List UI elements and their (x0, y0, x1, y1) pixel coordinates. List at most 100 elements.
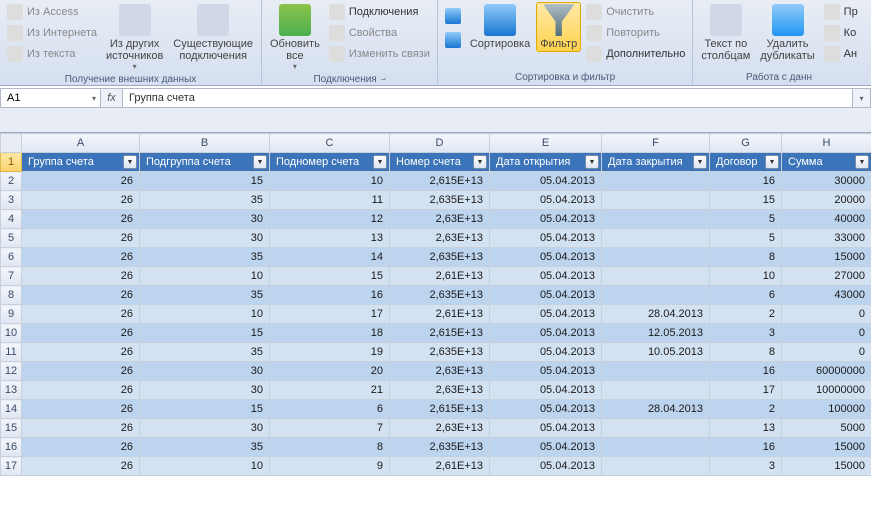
table-cell[interactable]: 0 (782, 305, 871, 324)
table-column-header[interactable]: Дата открытия▼ (490, 153, 602, 172)
filter-dropdown-icon[interactable]: ▼ (373, 155, 387, 169)
table-cell[interactable]: 26 (22, 172, 140, 191)
table-cell[interactable]: 2,635E+13 (390, 191, 490, 210)
table-cell[interactable]: 05.04.2013 (490, 229, 602, 248)
table-cell[interactable]: 35 (140, 343, 270, 362)
table-cell[interactable]: 10 (140, 305, 270, 324)
table-cell[interactable]: 2,63E+13 (390, 419, 490, 438)
table-cell[interactable]: 10 (140, 457, 270, 476)
table-cell[interactable]: 2,61E+13 (390, 457, 490, 476)
table-cell[interactable]: 15 (270, 267, 390, 286)
table-cell[interactable]: 26 (22, 191, 140, 210)
connections-button[interactable]: Подключения (326, 2, 433, 22)
table-cell[interactable] (602, 191, 710, 210)
row-header[interactable]: 1 (1, 153, 22, 172)
table-cell[interactable]: 8 (710, 248, 782, 267)
table-cell[interactable]: 5 (710, 210, 782, 229)
row-header[interactable]: 13 (1, 381, 22, 400)
table-cell[interactable]: 43000 (782, 286, 871, 305)
existing-connections-button[interactable]: Существующиеподключения (169, 2, 257, 64)
column-header[interactable]: B (140, 134, 270, 153)
table-cell[interactable]: 15 (140, 324, 270, 343)
advanced-filter-button[interactable]: Дополнительно (583, 44, 688, 64)
table-cell[interactable]: 28.04.2013 (602, 305, 710, 324)
table-cell[interactable]: 100000 (782, 400, 871, 419)
table-cell[interactable]: 05.04.2013 (490, 172, 602, 191)
table-cell[interactable]: 35 (140, 191, 270, 210)
column-header[interactable]: A (22, 134, 140, 153)
filter-dropdown-icon[interactable]: ▼ (693, 155, 707, 169)
row-header[interactable]: 10 (1, 324, 22, 343)
table-cell[interactable]: 2,63E+13 (390, 229, 490, 248)
table-cell[interactable]: 05.04.2013 (490, 457, 602, 476)
fx-button[interactable]: fx (101, 89, 123, 107)
row-header[interactable]: 16 (1, 438, 22, 457)
from-access-button[interactable]: Из Access (4, 2, 100, 22)
table-column-header[interactable]: Подгруппа счета▼ (140, 153, 270, 172)
table-cell[interactable]: 17 (710, 381, 782, 400)
table-cell[interactable]: 8 (270, 438, 390, 457)
table-cell[interactable]: 17 (270, 305, 390, 324)
filter-dropdown-icon[interactable]: ▼ (585, 155, 599, 169)
table-cell[interactable]: 26 (22, 419, 140, 438)
table-cell[interactable]: 30 (140, 229, 270, 248)
table-cell[interactable]: 2,635E+13 (390, 438, 490, 457)
table-cell[interactable]: 0 (782, 343, 871, 362)
spreadsheet-grid[interactable]: ABCDEFGH1Группа счета▼Подгруппа счета▼По… (0, 133, 871, 476)
table-cell[interactable]: 7 (270, 419, 390, 438)
table-cell[interactable]: 2 (710, 305, 782, 324)
table-cell[interactable]: 26 (22, 457, 140, 476)
table-cell[interactable] (602, 362, 710, 381)
table-cell[interactable]: 9 (270, 457, 390, 476)
table-cell[interactable]: 2,615E+13 (390, 172, 490, 191)
edit-links-button[interactable]: Изменить связи (326, 44, 433, 64)
table-cell[interactable]: 27000 (782, 267, 871, 286)
table-cell[interactable]: 10.05.2013 (602, 343, 710, 362)
table-cell[interactable]: 05.04.2013 (490, 362, 602, 381)
table-cell[interactable]: 10 (140, 267, 270, 286)
table-cell[interactable]: 13 (270, 229, 390, 248)
table-cell[interactable]: 18 (270, 324, 390, 343)
table-cell[interactable]: 30000 (782, 172, 871, 191)
table-cell[interactable]: 26 (22, 248, 140, 267)
table-cell[interactable]: 19 (270, 343, 390, 362)
row-header[interactable]: 2 (1, 172, 22, 191)
table-cell[interactable]: 10 (710, 267, 782, 286)
table-cell[interactable]: 05.04.2013 (490, 419, 602, 438)
clear-filter-button[interactable]: Очистить (583, 2, 688, 22)
table-cell[interactable]: 26 (22, 229, 140, 248)
table-column-header[interactable]: Группа счета▼ (22, 153, 140, 172)
table-cell[interactable]: 2,63E+13 (390, 362, 490, 381)
table-cell[interactable]: 12 (270, 210, 390, 229)
filter-dropdown-icon[interactable]: ▼ (765, 155, 779, 169)
column-header[interactable]: E (490, 134, 602, 153)
table-cell[interactable]: 3 (710, 324, 782, 343)
table-cell[interactable]: 12.05.2013 (602, 324, 710, 343)
table-cell[interactable]: 15 (140, 400, 270, 419)
table-cell[interactable] (602, 172, 710, 191)
table-cell[interactable]: 28.04.2013 (602, 400, 710, 419)
row-header[interactable]: 8 (1, 286, 22, 305)
data-validation-button[interactable]: Пр (821, 2, 861, 22)
table-cell[interactable]: 26 (22, 305, 140, 324)
table-cell[interactable]: 2,61E+13 (390, 305, 490, 324)
table-cell[interactable]: 30 (140, 419, 270, 438)
table-column-header[interactable]: Сумма▼ (782, 153, 871, 172)
consolidate-button[interactable]: Ко (821, 23, 861, 43)
table-cell[interactable]: 3 (710, 457, 782, 476)
table-cell[interactable]: 33000 (782, 229, 871, 248)
table-cell[interactable]: 11 (270, 191, 390, 210)
table-column-header[interactable]: Договор▼ (710, 153, 782, 172)
column-header[interactable]: D (390, 134, 490, 153)
table-cell[interactable] (602, 267, 710, 286)
table-cell[interactable] (602, 248, 710, 267)
column-header[interactable]: C (270, 134, 390, 153)
formula-input[interactable]: Группа счета (123, 89, 852, 107)
table-cell[interactable]: 05.04.2013 (490, 210, 602, 229)
table-cell[interactable]: 05.04.2013 (490, 438, 602, 457)
from-text-button[interactable]: Из текста (4, 44, 100, 64)
reapply-filter-button[interactable]: Повторить (583, 23, 688, 43)
table-cell[interactable]: 05.04.2013 (490, 248, 602, 267)
table-cell[interactable]: 16 (710, 438, 782, 457)
table-cell[interactable]: 2,615E+13 (390, 400, 490, 419)
